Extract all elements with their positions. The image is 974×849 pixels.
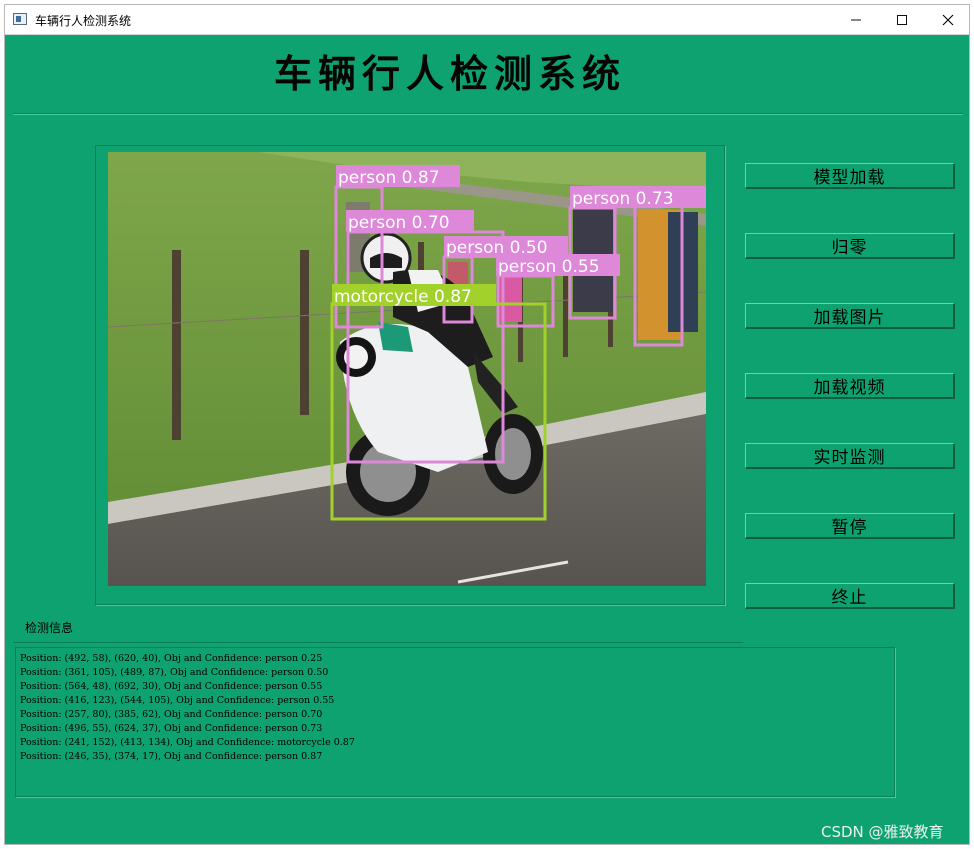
det-label-5: person 0.73	[572, 189, 674, 209]
info-divider	[13, 642, 743, 643]
info-line: Position: (241, 152), (413, 134), Obj an…	[20, 737, 355, 748]
load-model-button[interactable]: 模型加载	[745, 163, 955, 189]
pause-button[interactable]: 暂停	[745, 513, 955, 539]
minimize-button[interactable]	[833, 5, 879, 34]
close-button[interactable]	[925, 5, 971, 34]
maximize-icon	[897, 14, 907, 25]
info-line: Position: (496, 55), (624, 37), Obj and …	[20, 723, 323, 734]
info-line: Position: (246, 35), (374, 17), Obj and …	[20, 751, 323, 762]
detection-info-label: 检测信息	[25, 621, 74, 635]
det-label-motorcycle: motorcycle 0.87	[334, 287, 472, 307]
header-divider	[13, 113, 963, 115]
det-label-3: person 0.50	[446, 238, 548, 258]
maximize-button[interactable]	[879, 5, 925, 34]
load-video-button[interactable]: 加载视频	[745, 373, 955, 399]
detection-image: person 0.87 person 0.70 person 0.50 pers…	[108, 152, 706, 586]
app-window: 车辆行人检测系统 车辆行人检测系统 person 0.87 person 0.7…	[4, 4, 970, 845]
stop-button[interactable]: 终止	[745, 583, 955, 609]
info-line: Position: (492, 58), (620, 40), Obj and …	[20, 653, 323, 664]
info-line: Position: (416, 123), (544, 105), Obj an…	[20, 695, 335, 706]
minimize-icon	[851, 19, 861, 20]
realtime-monitor-button[interactable]: 实时监测	[745, 443, 955, 469]
watermark: CSDN @雅致教育	[821, 823, 944, 841]
info-line: Position: (257, 80), (385, 62), Obj and …	[20, 709, 323, 720]
det-label-1: person 0.87	[338, 168, 440, 188]
title-bar: 车辆行人检测系统	[5, 5, 969, 35]
info-line: Position: (361, 105), (489, 87), Obj and…	[20, 667, 329, 678]
page-title: 车辆行人检测系统	[273, 51, 626, 96]
info-line: Position: (564, 48), (692, 30), Obj and …	[20, 681, 323, 692]
det-label-4: person 0.55	[498, 257, 600, 277]
reset-button[interactable]: 归零	[745, 233, 955, 259]
detection-info-textarea[interactable]: Position: (492, 58), (620, 40), Obj and …	[15, 647, 895, 797]
det-label-2: person 0.70	[348, 213, 450, 233]
load-image-button[interactable]: 加载图片	[745, 303, 955, 329]
close-icon	[942, 14, 954, 25]
app-icon	[13, 13, 27, 25]
window-title: 车辆行人检测系统	[35, 14, 132, 28]
